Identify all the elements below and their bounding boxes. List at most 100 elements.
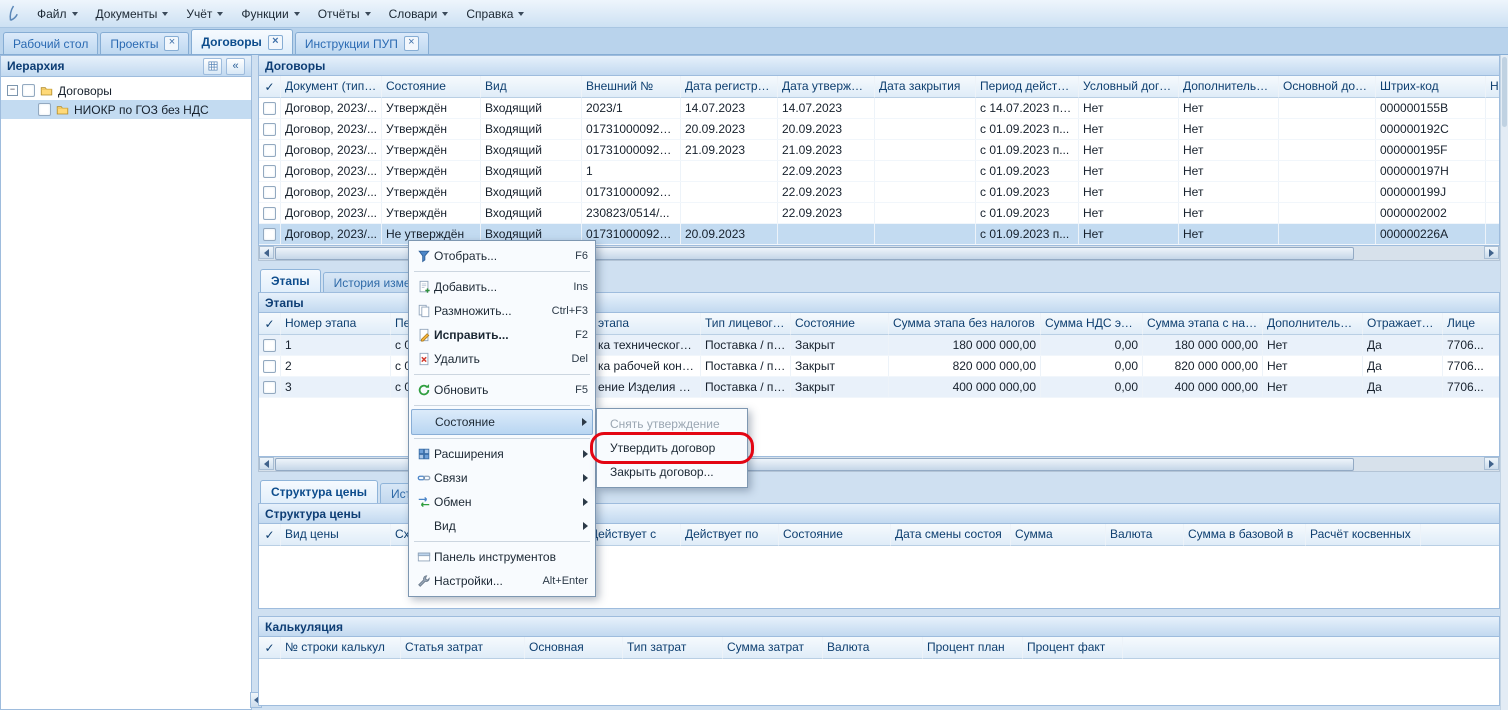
column-header[interactable]: Состояние <box>382 76 481 98</box>
context-menu-item[interactable]: ОбновитьF5 <box>411 378 593 402</box>
column-header[interactable]: Статья затрат <box>401 637 525 659</box>
context-menu-item[interactable]: Состояние <box>411 409 593 435</box>
row-checkbox[interactable] <box>263 123 276 136</box>
main-vscrollbar[interactable] <box>1500 55 1508 710</box>
context-menu-item[interactable]: Связи <box>411 466 593 490</box>
context-menu-item[interactable]: Настройки...Alt+Enter <box>411 569 593 593</box>
context-menu-item[interactable]: Исправить...F2 <box>411 323 593 347</box>
row-checkbox[interactable] <box>263 381 276 394</box>
column-header[interactable]: Действует с <box>586 524 681 546</box>
table-row[interactable]: Договор, 2023/...УтверждёнВходящий122.09… <box>259 161 1499 182</box>
column-header[interactable]: Номер этапа <box>281 313 391 335</box>
context-menu-item[interactable]: Отобрать...F6 <box>411 244 593 268</box>
column-header[interactable]: Сумма этапа с налогами <box>1143 313 1263 335</box>
column-header[interactable]: Нало <box>1486 76 1500 98</box>
row-checkbox[interactable] <box>263 165 276 178</box>
grid-view-icon[interactable] <box>203 58 222 75</box>
column-header[interactable]: Сумма в базовой в <box>1184 524 1306 546</box>
column-header[interactable]: Внешний № <box>582 76 681 98</box>
column-header[interactable]: Вид цены <box>281 524 391 546</box>
column-header[interactable]: Дополнительное с <box>1179 76 1279 98</box>
table-row[interactable]: Договор, 2023/...УтверждёнВходящий017310… <box>259 119 1499 140</box>
table-row[interactable]: Договор, 2023/...УтверждёнВходящий017310… <box>259 140 1499 161</box>
column-header[interactable]: Тип лицевого счёт <box>701 313 791 335</box>
table-row[interactable]: Договор, 2023/...УтверждёнВходящий230823… <box>259 203 1499 224</box>
scroll-right-button[interactable] <box>1484 457 1499 470</box>
document-tab[interactable]: Договоры× <box>191 29 292 54</box>
column-header[interactable]: Дополнительное с <box>1263 313 1363 335</box>
submenu-item[interactable]: Закрыть договор... <box>599 460 745 484</box>
column-header[interactable]: Сумма этапа без налогов <box>889 313 1041 335</box>
context-menu-item[interactable]: Расширения <box>411 442 593 466</box>
tree-checkbox[interactable] <box>38 103 51 116</box>
column-header[interactable]: Лице <box>1443 313 1500 335</box>
close-tab-icon[interactable]: × <box>268 35 283 50</box>
check-column-header[interactable]: ✓ <box>259 637 281 659</box>
scroll-right-button[interactable] <box>1484 246 1499 259</box>
scrollbar-thumb[interactable] <box>1502 57 1507 127</box>
document-tab[interactable]: Инструкции ПУП× <box>295 32 429 54</box>
column-header[interactable]: Состояние <box>791 313 889 335</box>
row-checkbox[interactable] <box>263 186 276 199</box>
menubar-item[interactable]: Отчёты <box>309 3 380 25</box>
table-row[interactable]: Договор, 2023/...УтверждёнВходящий2023/1… <box>259 98 1499 119</box>
column-header[interactable]: Основной договор <box>1279 76 1376 98</box>
context-menu-item[interactable]: Панель инструментов <box>411 545 593 569</box>
column-header[interactable]: Действует по <box>681 524 779 546</box>
column-header[interactable]: Штрих-код <box>1376 76 1486 98</box>
tree-expander-icon[interactable]: − <box>7 85 18 96</box>
column-header[interactable]: Дата смены состоя <box>891 524 1011 546</box>
column-header[interactable]: Дата утверждения <box>778 76 875 98</box>
column-header[interactable]: Основная <box>525 637 623 659</box>
close-tab-icon[interactable]: × <box>404 36 419 51</box>
column-header[interactable]: Тип затрат <box>623 637 723 659</box>
column-header[interactable]: Условный договор <box>1079 76 1179 98</box>
scroll-left-button[interactable] <box>259 457 274 470</box>
document-tab[interactable]: Проекты× <box>100 32 189 54</box>
check-column-header[interactable]: ✓ <box>259 76 281 98</box>
column-header[interactable]: Отражается на су <box>1363 313 1443 335</box>
row-checkbox[interactable] <box>263 339 276 352</box>
column-header[interactable]: Валюта <box>1106 524 1184 546</box>
row-checkbox[interactable] <box>263 207 276 220</box>
column-header[interactable]: Период действия <box>976 76 1079 98</box>
context-menu-item[interactable]: УдалитьDel <box>411 347 593 371</box>
close-tab-icon[interactable]: × <box>164 36 179 51</box>
row-checkbox[interactable] <box>263 228 276 241</box>
menubar-item[interactable]: Функции <box>232 3 308 25</box>
context-menu-item[interactable]: Размножить...Ctrl+F3 <box>411 299 593 323</box>
column-header[interactable]: Сумма НДС этапа <box>1041 313 1143 335</box>
column-header[interactable]: Процент факт <box>1023 637 1123 659</box>
tree-node[interactable]: НИОКР по ГОЗ без НДС <box>1 100 251 119</box>
tree-node[interactable]: −Договоры <box>1 81 251 100</box>
menubar-item[interactable]: Документы <box>87 3 178 25</box>
table-row[interactable]: Договор, 2023/...УтверждёнВходящий017310… <box>259 182 1499 203</box>
collapse-panel-icon[interactable]: « <box>226 58 245 75</box>
document-tab[interactable]: Рабочий стол <box>3 32 98 54</box>
column-header[interactable]: этапа <box>594 313 701 335</box>
menubar-item[interactable]: Учёт <box>177 3 232 25</box>
menubar-item[interactable]: Файл <box>28 3 87 25</box>
menubar-item[interactable]: Справка <box>457 3 533 25</box>
context-menu-item[interactable]: Обмен <box>411 490 593 514</box>
column-header[interactable]: Состояние <box>779 524 891 546</box>
check-column-header[interactable]: ✓ <box>259 313 281 335</box>
tree-checkbox[interactable] <box>22 84 35 97</box>
row-checkbox[interactable] <box>263 360 276 373</box>
column-header[interactable]: Процент план <box>923 637 1023 659</box>
context-menu-item[interactable]: Вид <box>411 514 593 538</box>
column-header[interactable]: Вид <box>481 76 582 98</box>
column-header[interactable]: Дата регистрации <box>681 76 778 98</box>
column-header[interactable]: Дата закрытия <box>875 76 976 98</box>
column-header[interactable]: Расчёт косвенных <box>1306 524 1421 546</box>
section-tab[interactable]: Этапы <box>260 269 321 292</box>
row-checkbox[interactable] <box>263 102 276 115</box>
column-header[interactable]: Сумма <box>1011 524 1106 546</box>
column-header[interactable]: Валюта <box>823 637 923 659</box>
scroll-left-button[interactable] <box>259 246 274 259</box>
menubar-item[interactable]: Словари <box>380 3 458 25</box>
column-header[interactable]: Сумма затрат <box>723 637 823 659</box>
section-tab[interactable]: Структура цены <box>260 480 378 503</box>
row-checkbox[interactable] <box>263 144 276 157</box>
context-menu-item[interactable]: Добавить...Ins <box>411 275 593 299</box>
